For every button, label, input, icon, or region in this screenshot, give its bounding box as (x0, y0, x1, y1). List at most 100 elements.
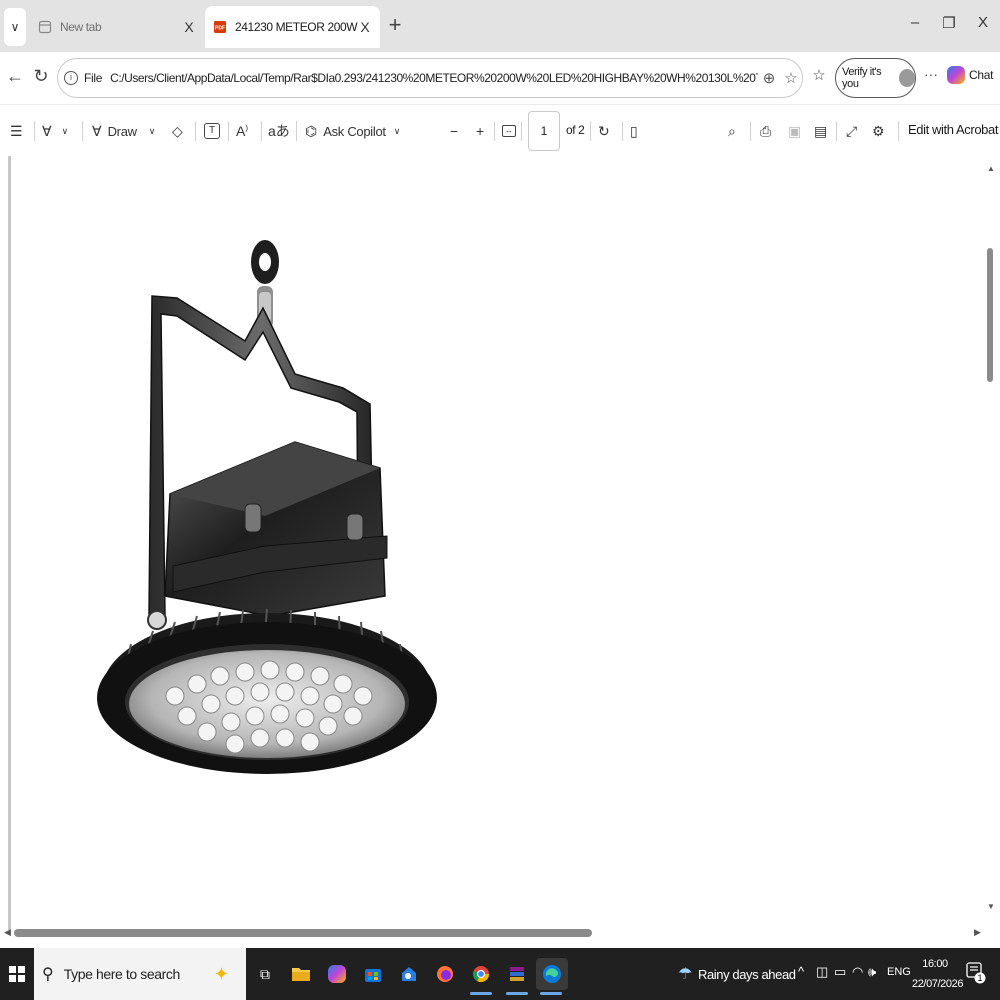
horizontal-scroll-thumb[interactable] (14, 929, 592, 937)
tab-new-tab[interactable]: New tab X (30, 6, 204, 48)
page-edge (8, 156, 11, 930)
table-of-contents-icon: ☰ (10, 122, 23, 139)
restore-icon: ❐ (942, 15, 956, 32)
minimize-button[interactable]: – (900, 14, 930, 38)
restore-button[interactable]: ❐ (934, 14, 964, 38)
vertical-scrollbar[interactable]: ▲ ▼ (984, 156, 998, 926)
toolbar-divider (82, 121, 83, 141)
winrar-button[interactable] (502, 958, 532, 995)
info-icon[interactable]: i (64, 71, 78, 85)
close-window-button[interactable]: X (968, 14, 998, 38)
favorite-star-icon[interactable]: ☆ (780, 69, 802, 87)
copilot-app-button[interactable] (322, 958, 352, 990)
chevron-down-icon: ∨ (61, 125, 69, 136)
outlook-button[interactable] (394, 958, 424, 990)
copilot-icon (328, 965, 346, 983)
draw-button[interactable]: ∀ Draw ∨ (92, 119, 155, 143)
clock[interactable]: 16:00 22/07/2026 (912, 954, 963, 994)
page-number-input[interactable]: 1 (528, 111, 560, 151)
pdf-viewer[interactable]: ▲ ▼ ◀ ▶ (0, 156, 1000, 946)
horizontal-scrollbar[interactable]: ◀ ▶ (0, 926, 1000, 940)
language-indicator[interactable]: ENG (887, 966, 911, 978)
verify-label: Verify it's you (842, 66, 882, 90)
highlight-button[interactable]: ∀ ∨ (42, 119, 68, 143)
tab-actions-menu-button[interactable]: ∨ (4, 8, 26, 46)
search-icon: ⚲ (42, 966, 54, 983)
ask-copilot-label: Ask Copilot (323, 123, 386, 139)
scroll-down-arrow-icon[interactable]: ▼ (986, 902, 996, 911)
refresh-button[interactable]: ↻ (30, 66, 52, 90)
toolbar-divider (34, 121, 35, 141)
arrow-left-icon: ← (6, 66, 24, 86)
chevron-down-icon: ∨ (148, 125, 156, 136)
highlighter-icon: ∀ (42, 122, 52, 139)
copilot-chat-button[interactable]: Chat (947, 66, 993, 84)
more-options-button[interactable]: ··· (920, 66, 942, 90)
print-button[interactable]: ⎙ (760, 119, 771, 143)
toolbar-divider (228, 121, 229, 141)
address-bar[interactable]: i File C:/Users/Client/AppData/Local/Tem… (57, 58, 803, 98)
battery-icon[interactable]: ▭ (834, 964, 846, 980)
save-icon: ▣ (788, 122, 802, 139)
page-view-button[interactable]: ▯ (630, 119, 638, 143)
edit-with-acrobat-button[interactable]: Edit with Acrobat (908, 122, 998, 137)
volume-icon[interactable]: 🕪 (868, 964, 876, 980)
avatar (898, 69, 915, 87)
scroll-up-arrow-icon[interactable]: ▲ (986, 164, 996, 173)
camera-icon[interactable]: ◫ (816, 964, 828, 980)
vertical-scroll-thumb[interactable] (987, 248, 993, 382)
notification-icon (966, 962, 986, 984)
back-button[interactable]: ← (4, 66, 26, 90)
read-aloud-icon: A) (236, 123, 249, 139)
more-icon: ··· (924, 66, 938, 82)
toolbar-divider (195, 121, 196, 141)
task-view-button[interactable]: ⧉ (250, 958, 280, 990)
zoom-icon[interactable]: ⊕ (758, 69, 780, 87)
close-icon: X (977, 14, 988, 31)
eraser-icon: ◇ (172, 122, 183, 139)
save-as-button[interactable]: ▤ (814, 119, 827, 143)
rotate-button[interactable]: ↻ (598, 119, 610, 143)
chrome-button[interactable] (466, 958, 496, 995)
contents-button[interactable]: ☰ (10, 119, 23, 143)
running-indicator (506, 992, 528, 995)
verify-profile-button[interactable]: Verify it's you (835, 58, 916, 98)
notification-center-button[interactable]: 1 (966, 962, 986, 984)
taskbar-search-box[interactable]: ⚲ Type here to search ✦ (34, 948, 246, 1000)
new-tab-button[interactable]: + (385, 14, 405, 38)
zoom-in-button[interactable]: + (476, 119, 484, 143)
tab-pdf-document[interactable]: PDF 241230 METEOR 200W LED HIGHBAY WH 13… (205, 6, 380, 48)
wifi-icon[interactable]: ◠ (852, 964, 863, 980)
toolbar-divider (494, 121, 495, 141)
save-button[interactable]: ▣ (788, 119, 801, 143)
close-tab-icon[interactable]: X (358, 19, 372, 35)
start-button[interactable] (0, 948, 34, 1000)
firefox-button[interactable] (430, 958, 460, 990)
show-hidden-icons-chevron-icon[interactable]: ^ (798, 964, 804, 979)
read-aloud-button[interactable]: A) (236, 119, 248, 143)
weather-widget[interactable]: ☂ Rainy days ahead (678, 964, 796, 984)
save-as-icon: ▤ (814, 122, 828, 139)
url-text[interactable]: C:/Users/Client/AppData/Local/Temp/Rar$D… (110, 71, 758, 85)
translate-button[interactable]: aあ (268, 119, 290, 143)
task-view-icon: ⧉ (260, 965, 270, 982)
close-tab-icon[interactable]: X (182, 19, 196, 35)
scroll-left-arrow-icon[interactable]: ◀ (4, 927, 11, 938)
settings-button[interactable]: ⚙ (872, 119, 885, 143)
erase-button[interactable]: ◇ (172, 119, 183, 143)
file-explorer-button[interactable] (286, 958, 316, 990)
favorites-button[interactable]: ☆ (808, 66, 830, 90)
ask-copilot-button[interactable]: ⌬ Ask Copilot ∨ (305, 119, 400, 143)
search-highlight-icon: ✦ (213, 963, 229, 984)
zoom-out-button[interactable]: − (450, 119, 458, 143)
chevron-down-icon: ∨ (393, 125, 401, 136)
fullscreen-button[interactable]: ⤢ (846, 119, 857, 143)
add-text-button[interactable]: T (204, 119, 220, 143)
edge-button[interactable] (536, 958, 568, 995)
minimize-icon: – (910, 14, 920, 31)
microsoft-store-button[interactable] (358, 958, 388, 990)
scroll-right-arrow-icon[interactable]: ▶ (974, 927, 981, 938)
find-button[interactable]: ⌕ (728, 119, 736, 143)
fit-to-page-button[interactable]: ↔ (502, 119, 516, 143)
plus-icon: + (388, 12, 402, 37)
